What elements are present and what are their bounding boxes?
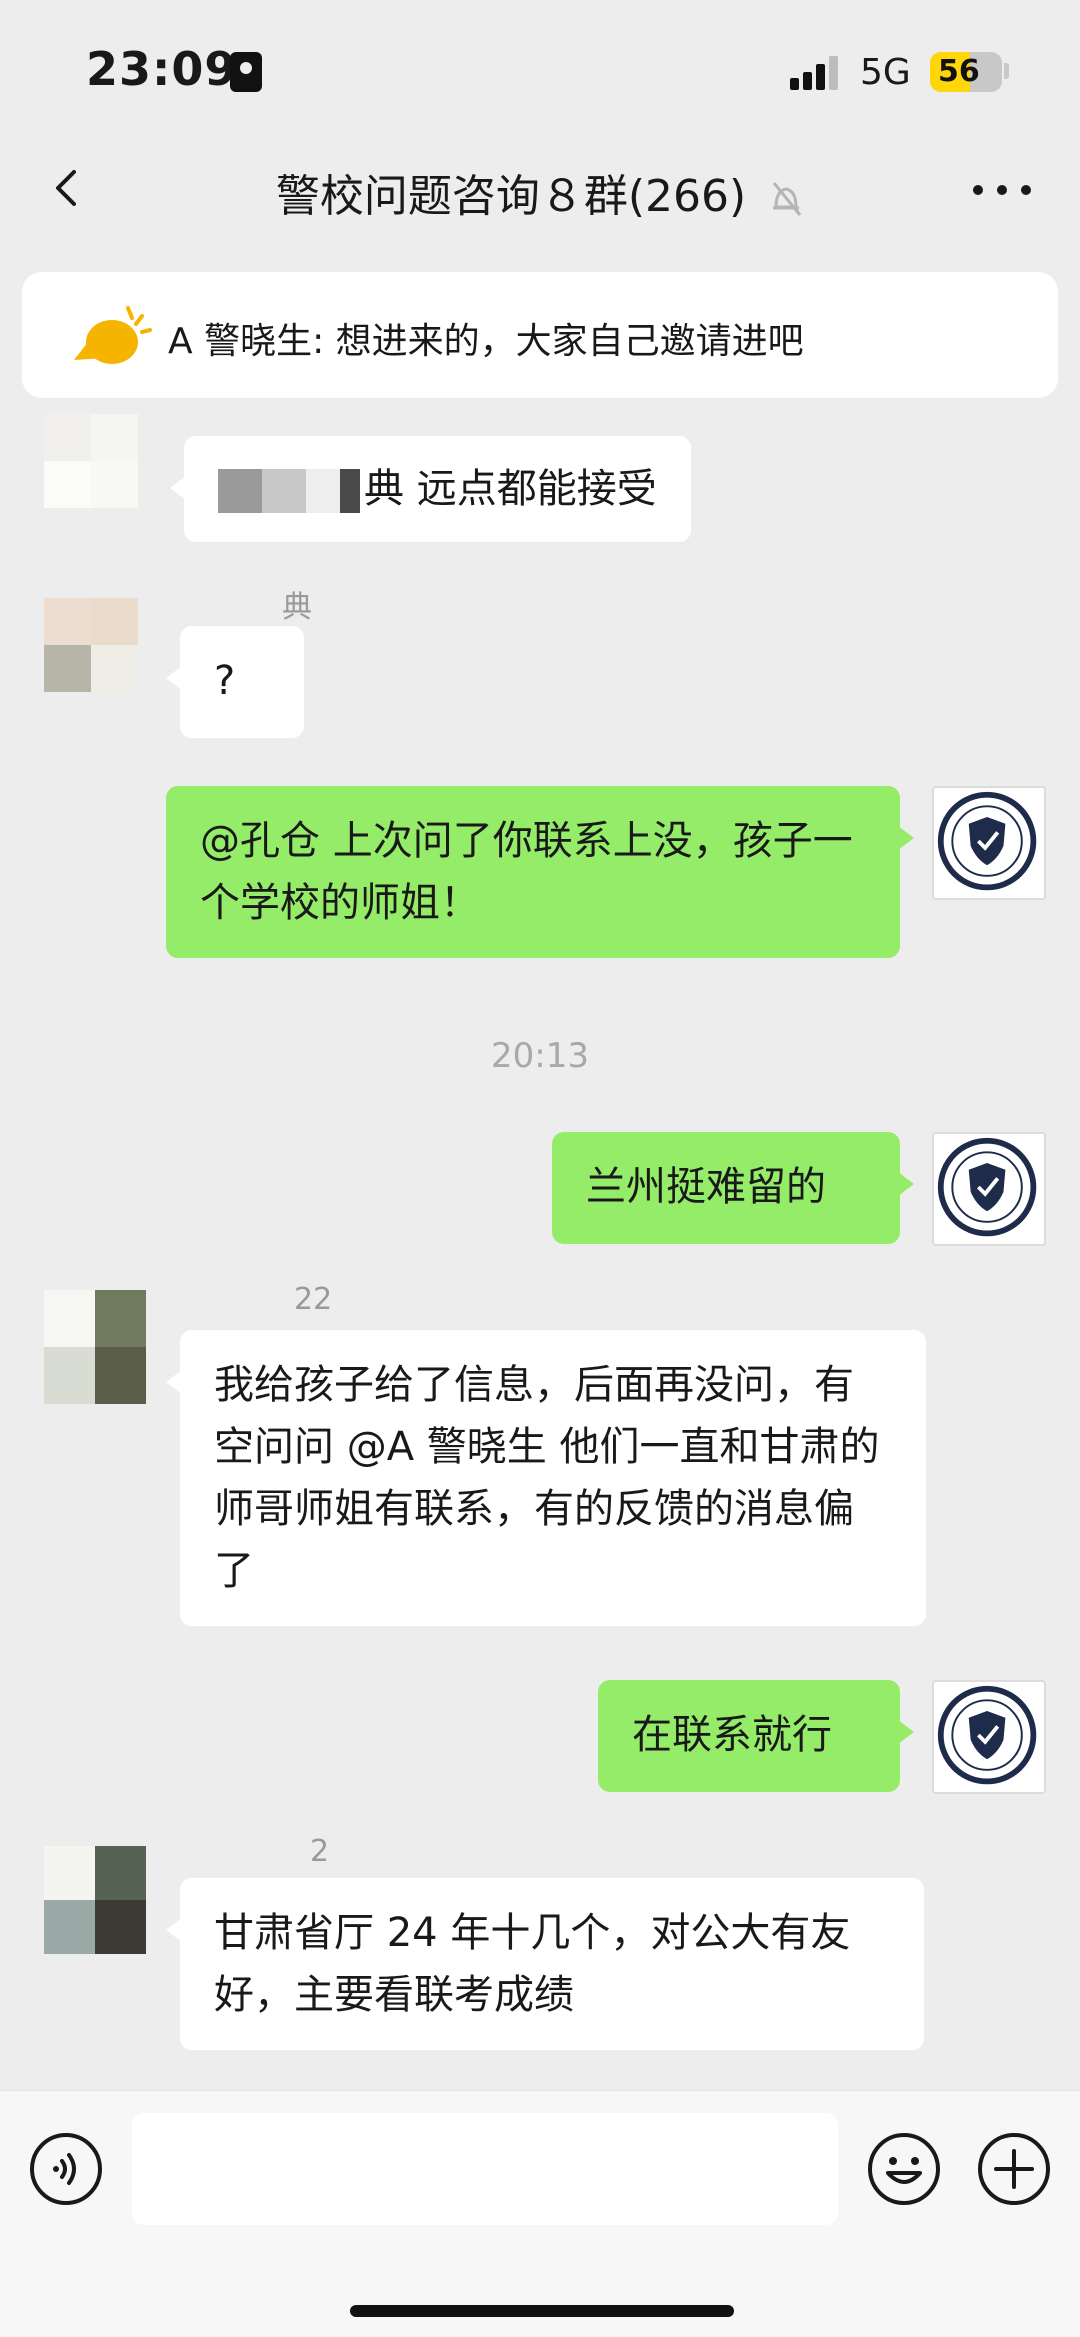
- message-text: @孔仓 上次问了你联系上没，孩子一个学校的师姐！: [200, 818, 853, 926]
- plus-icon[interactable]: [976, 2131, 1052, 2207]
- battery-icon: 56: [930, 52, 1002, 92]
- message-bubble[interactable]: @孔仓 上次问了你联系上没，孩子一个学校的师姐！: [166, 786, 914, 958]
- mute-bell-icon: [772, 182, 802, 216]
- signal-icon: [790, 56, 842, 90]
- chat-title: 警校问题咨询８群(266): [0, 160, 1080, 224]
- announcement-icon: [74, 306, 152, 364]
- message-bubble[interactable]: 典 远点都能接受: [170, 436, 691, 542]
- sender-name: 2: [310, 1834, 330, 1869]
- status-time: 23:09: [86, 42, 238, 96]
- message-input[interactable]: [132, 2113, 838, 2225]
- chat-title-text: 警校问题咨询８群(266): [275, 171, 747, 222]
- blurred-mention: [218, 469, 262, 513]
- battery-level: 56: [938, 54, 980, 89]
- avatar[interactable]: [932, 1680, 1046, 1794]
- avatar[interactable]: [44, 1846, 146, 1954]
- message-text: 兰州挺难留的: [586, 1164, 826, 1210]
- sender-name: 22: [294, 1282, 333, 1317]
- avatar[interactable]: [44, 414, 138, 508]
- home-indicator: [350, 2305, 734, 2317]
- message-bubble[interactable]: 我给孩子给了信息，后面再没问，有空问问 @A 警晓生 他们一直和甘肃的师哥师姐有…: [166, 1330, 926, 1626]
- message-text: ?: [214, 658, 236, 704]
- message-bubble[interactable]: 兰州挺难留的: [552, 1132, 914, 1244]
- pinned-notice[interactable]: A 警晓生: 想进来的，大家自己邀请进吧: [22, 272, 1058, 398]
- voice-input-icon[interactable]: [28, 2131, 104, 2207]
- chat-header: 警校问题咨询８群(266): [0, 130, 1080, 250]
- police-badge-icon: [937, 1685, 1037, 1785]
- message-text: 甘肃省厅 24 年十几个，对公大有友好，主要看联考成绩: [214, 1910, 851, 2018]
- status-bar: 23:09 5G 56: [0, 0, 1080, 130]
- more-options-icon[interactable]: [972, 184, 1032, 196]
- battery-tip: [1004, 63, 1009, 79]
- contact-card-icon: [230, 52, 262, 92]
- message-bubble[interactable]: ?: [166, 626, 304, 738]
- police-badge-icon: [937, 1137, 1037, 1237]
- input-bar: [0, 2090, 1080, 2337]
- message-bubble[interactable]: 在联系就行: [598, 1680, 914, 1792]
- message-bubble[interactable]: 甘肃省厅 24 年十几个，对公大有友好，主要看联考成绩: [166, 1878, 924, 2050]
- avatar[interactable]: [44, 1290, 146, 1404]
- avatar[interactable]: [44, 598, 138, 692]
- network-label: 5G: [860, 52, 911, 93]
- emoji-icon[interactable]: [866, 2131, 942, 2207]
- avatar[interactable]: [932, 786, 1046, 900]
- message-text: 典 远点都能接受: [364, 466, 657, 512]
- sender-name: 典: [282, 590, 312, 625]
- message-text: 在联系就行: [632, 1712, 832, 1758]
- time-divider: 20:13: [491, 1036, 589, 1076]
- message-text: 我给孩子给了信息，后面再没问，有空问问 @A 警晓生 他们一直和甘肃的师哥师姐有…: [214, 1362, 880, 1594]
- notice-text: A 警晓生: 想进来的，大家自己邀请进吧: [168, 321, 804, 362]
- police-badge-icon: [937, 791, 1037, 891]
- avatar[interactable]: [932, 1132, 1046, 1246]
